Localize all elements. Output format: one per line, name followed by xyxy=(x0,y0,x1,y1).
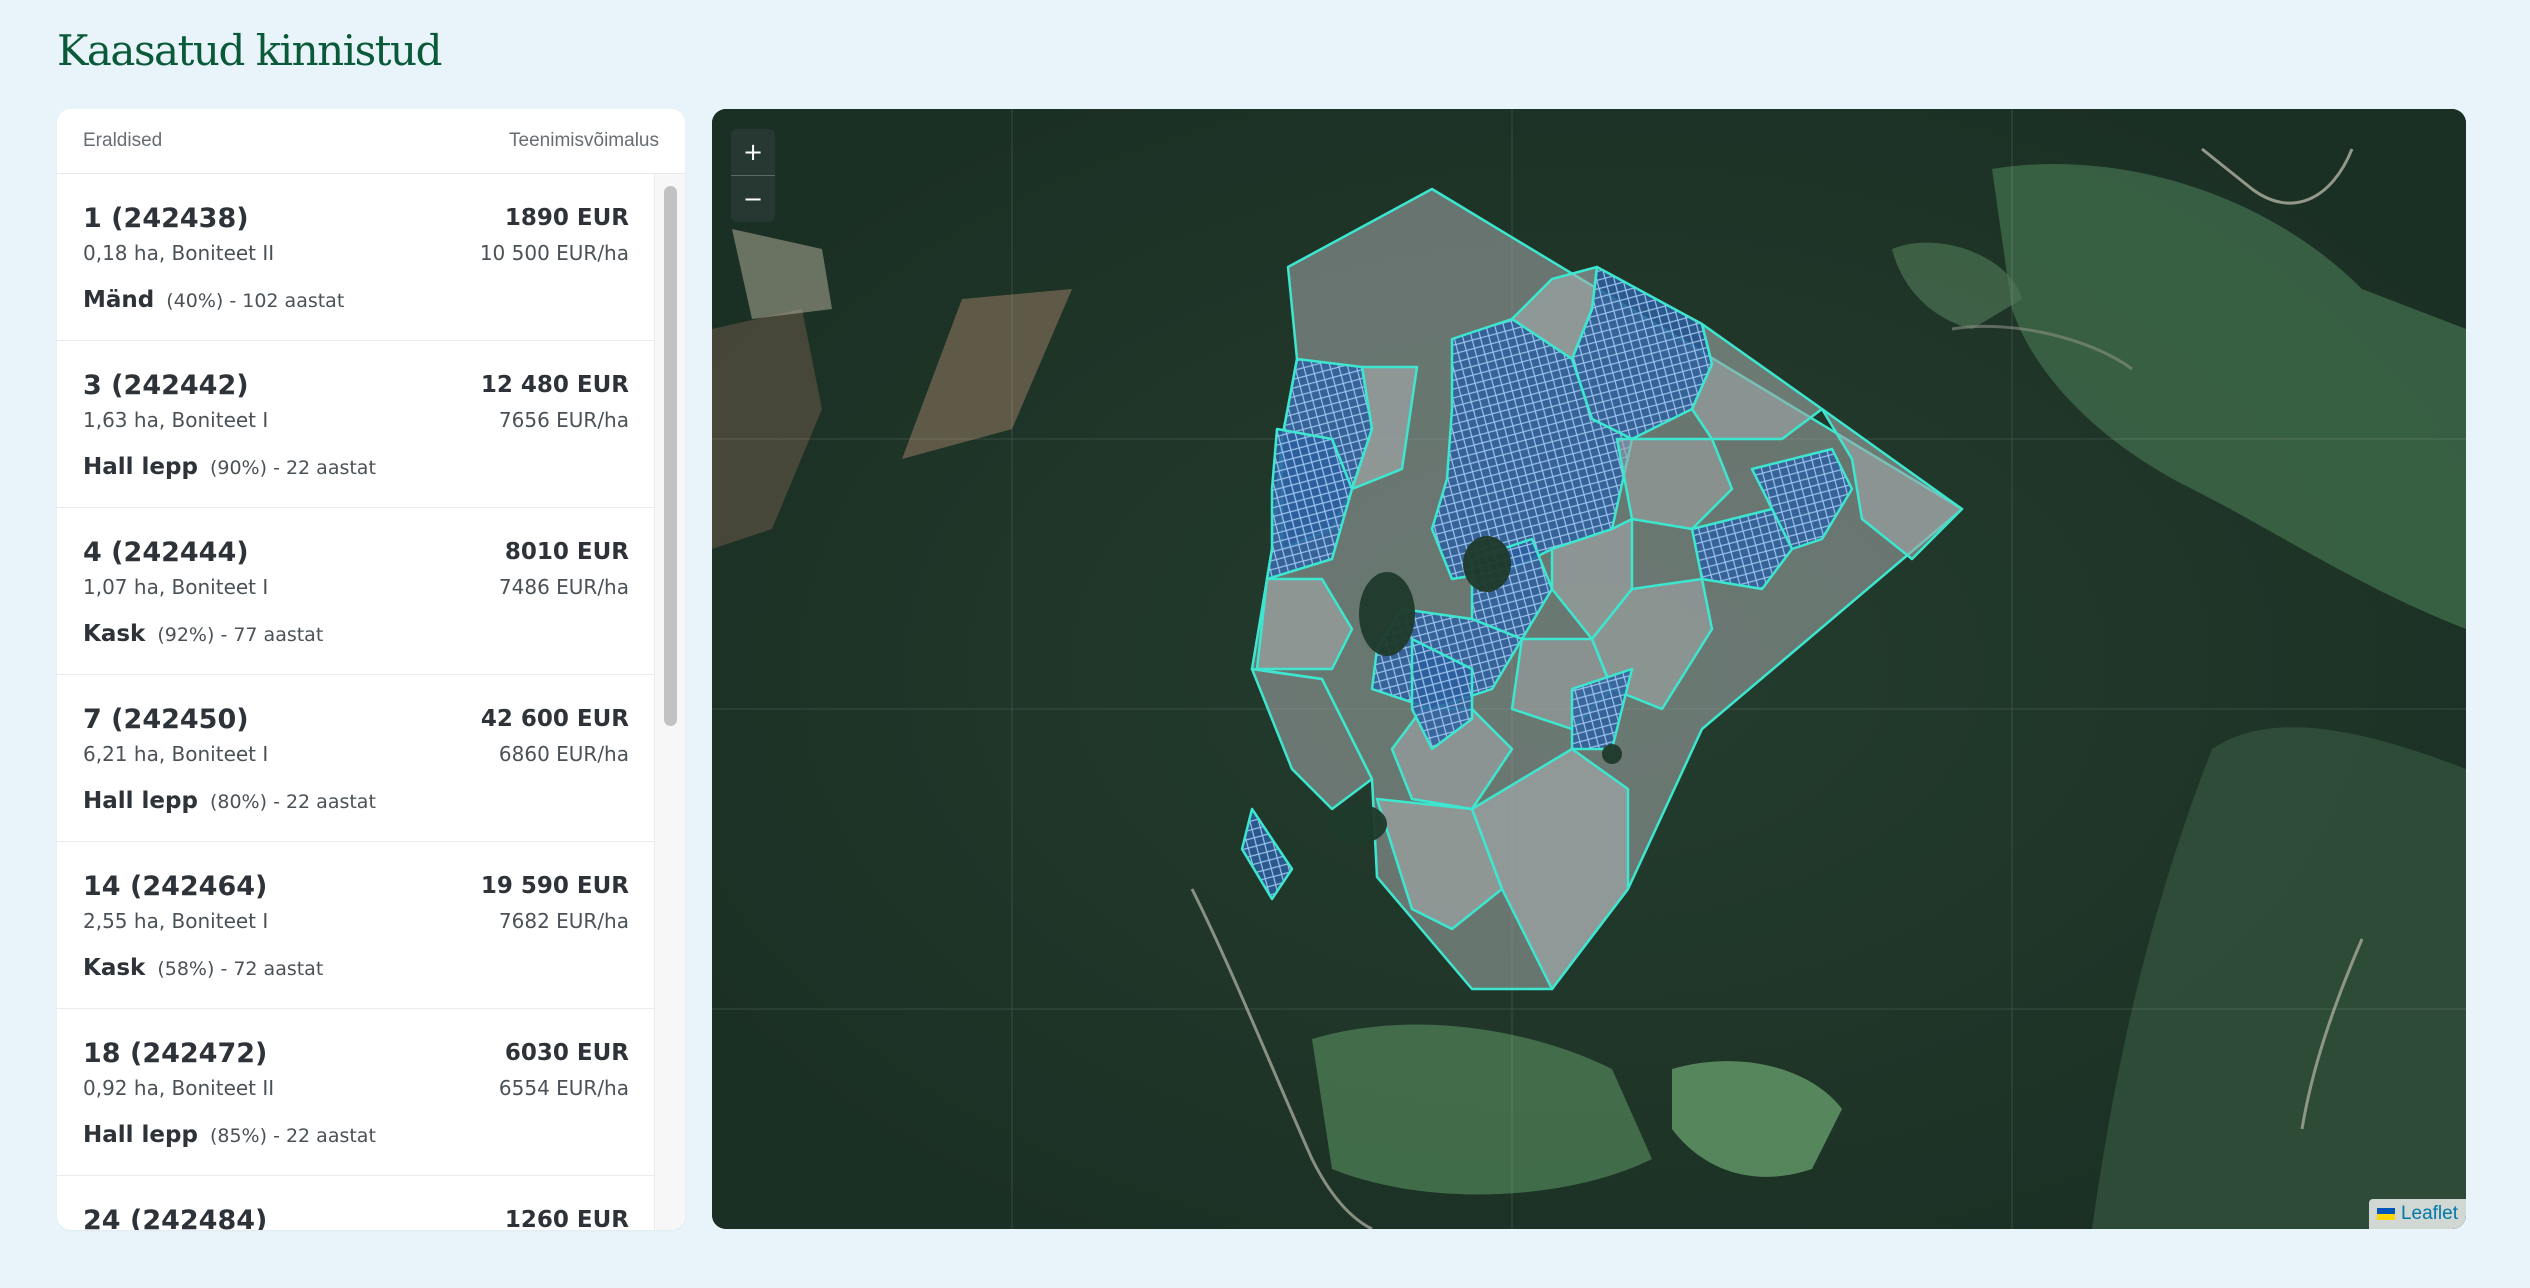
parcel-price: 6030 EUR xyxy=(504,1040,629,1066)
parcel-species: Hall lepp xyxy=(83,454,198,480)
species-row: Hall lepp (90%) - 22 aastat xyxy=(83,454,376,480)
parcel-price: 1890 EUR xyxy=(504,205,629,231)
parcel-species-detail: (85%) - 22 aastat xyxy=(209,1125,376,1147)
ukraine-flag-icon xyxy=(2376,1208,2395,1220)
species-row: Kask (58%) - 72 aastat xyxy=(83,955,323,981)
parcel-price-per-ha: 6860 EUR/ha xyxy=(498,742,629,766)
leaflet-link[interactable]: Leaflet xyxy=(2401,1203,2458,1225)
parcel-list[interactable]: 1 (242438) 1890 EUR 0,18 ha, Boniteet II… xyxy=(57,174,655,1230)
parcel-area: 6,21 ha, Boniteet I xyxy=(83,742,269,766)
parcel-species: Kask xyxy=(83,621,146,647)
parcel-species-detail: (58%) - 72 aastat xyxy=(157,958,324,980)
list-header: Eraldised Teenimisvõimalus xyxy=(57,109,685,174)
parcel-area: 2,55 ha, Boniteet I xyxy=(83,909,269,933)
parcel-species: Hall lepp xyxy=(83,788,198,814)
parcel-list-item[interactable]: 7 (242450) 42 600 EUR 6,21 ha, Boniteet … xyxy=(57,675,655,842)
parcel-name: 3 (242442) xyxy=(83,370,249,401)
parcel-name: 4 (242444) xyxy=(83,537,249,568)
parcel-area: 1,07 ha, Boniteet I xyxy=(83,575,269,599)
parcel-price: 8010 EUR xyxy=(504,539,629,565)
parcel-price-per-ha: 6554 EUR/ha xyxy=(498,1076,629,1100)
parcel-name: 7 (242450) xyxy=(83,704,249,735)
parcel-price-per-ha: 7656 EUR/ha xyxy=(498,408,629,432)
parcel-name: 24 (242484) xyxy=(83,1205,268,1230)
parcel-price-per-ha: 10 500 EUR/ha xyxy=(479,241,629,265)
parcel-species-detail: (80%) - 22 aastat xyxy=(209,791,376,813)
parcel-price: 1260 EUR xyxy=(504,1207,629,1230)
page-title: Kaasatud kinnistud xyxy=(57,26,443,75)
parcel-name: 1 (242438) xyxy=(83,203,249,234)
parcel-name: 14 (242464) xyxy=(83,871,268,902)
header-parcels-label: Eraldised xyxy=(83,130,163,151)
parcel-price-per-ha: 7682 EUR/ha xyxy=(498,909,629,933)
parcel-area: 0,92 ha, Boniteet II xyxy=(83,1076,275,1100)
species-row: Mänd (40%) - 102 aastat xyxy=(83,287,344,313)
parcel-species: Mänd xyxy=(83,287,155,313)
header-earnings-label: Teenimisvõimalus xyxy=(509,130,659,151)
parcel-species: Kask xyxy=(83,955,146,981)
parcel-list-item[interactable]: 24 (242484) 1260 EUR xyxy=(57,1176,655,1230)
parcel-list-item[interactable]: 14 (242464) 19 590 EUR 2,55 ha, Boniteet… xyxy=(57,842,655,1009)
parcel-list-item[interactable]: 3 (242442) 12 480 EUR 1,63 ha, Boniteet … xyxy=(57,341,655,508)
list-scrollbar[interactable] xyxy=(654,174,685,1230)
species-row: Hall lepp (85%) - 22 aastat xyxy=(83,1122,376,1148)
species-row: Kask (92%) - 77 aastat xyxy=(83,621,323,647)
map-attribution[interactable]: Leaflet xyxy=(2368,1199,2466,1229)
zoom-control: + − xyxy=(731,129,775,222)
parcel-area: 0,18 ha, Boniteet II xyxy=(83,241,275,265)
scrollbar-thumb[interactable] xyxy=(664,186,677,726)
parcel-species-detail: (40%) - 102 aastat xyxy=(166,290,345,312)
parcel-species: Hall lepp xyxy=(83,1122,198,1148)
parcel-price: 12 480 EUR xyxy=(480,372,629,398)
zoom-out-button[interactable]: − xyxy=(731,176,775,222)
parcel-list-panel: Eraldised Teenimisvõimalus 1 (242438) 18… xyxy=(57,109,685,1230)
parcel-list-item[interactable]: 1 (242438) 1890 EUR 0,18 ha, Boniteet II… xyxy=(57,174,655,341)
parcel-list-item[interactable]: 4 (242444) 8010 EUR 1,07 ha, Boniteet I … xyxy=(57,508,655,675)
species-row: Hall lepp (80%) - 22 aastat xyxy=(83,788,376,814)
parcel-price: 19 590 EUR xyxy=(480,873,629,899)
map[interactable]: + − Leaflet xyxy=(712,109,2466,1229)
parcel-list-item[interactable]: 18 (242472) 6030 EUR 0,92 ha, Boniteet I… xyxy=(57,1009,655,1176)
satellite-map[interactable] xyxy=(712,109,2466,1229)
parcel-price-per-ha: 7486 EUR/ha xyxy=(498,575,629,599)
parcel-name: 18 (242472) xyxy=(83,1038,268,1069)
zoom-in-button[interactable]: + xyxy=(731,129,775,176)
parcel-price: 42 600 EUR xyxy=(480,706,629,732)
parcel-species-detail: (90%) - 22 aastat xyxy=(209,457,376,479)
parcel-species-detail: (92%) - 77 aastat xyxy=(157,624,324,646)
parcel-area: 1,63 ha, Boniteet I xyxy=(83,408,269,432)
